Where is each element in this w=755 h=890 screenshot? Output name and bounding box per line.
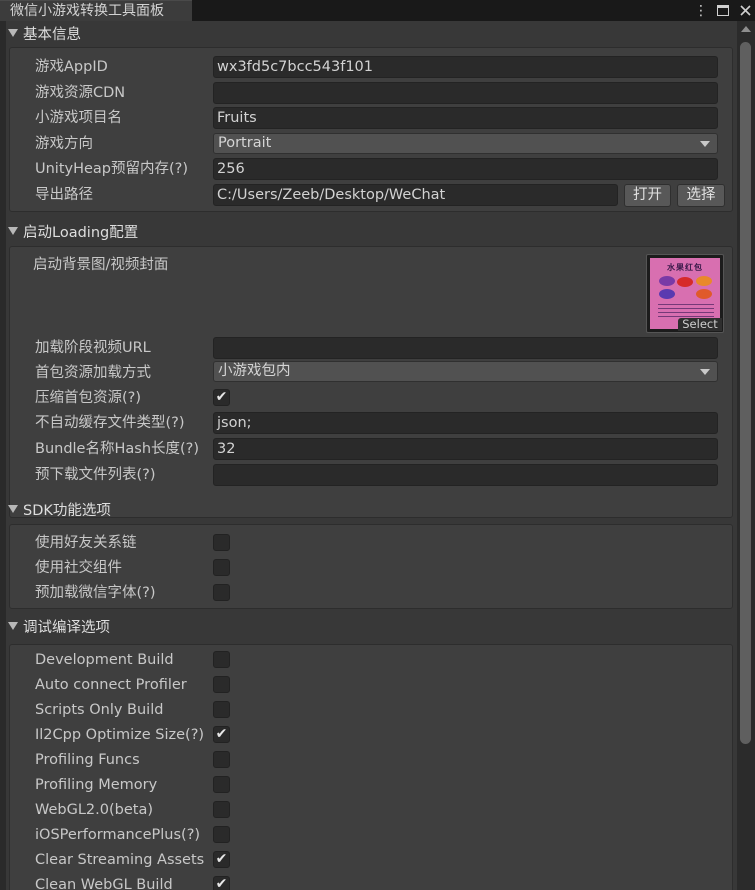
inspector-window: 基本信息 游戏AppID wx3fd5c7bcc543f101 游戏资源CDN … (0, 21, 755, 890)
preload-field[interactable] (213, 464, 718, 486)
debug-development-build-checkbox[interactable] (213, 651, 230, 668)
load-mode-label: 首包资源加载方式 (35, 365, 151, 381)
debug-il2cpp-label: Il2Cpp Optimize Size(?) (35, 727, 205, 743)
export-path-field[interactable]: C:/Users/Zeeb/Desktop/WeChat (213, 184, 618, 206)
debug-clean-webgl-checkbox[interactable]: ✔ (213, 876, 230, 890)
foldout-arrow-icon (8, 227, 18, 235)
load-mode-value: 小游戏包内 (218, 363, 291, 379)
maximize-icon[interactable] (715, 3, 731, 19)
no-cache-field[interactable]: json; (213, 412, 718, 434)
debug-development-build-label: Development Build (35, 652, 174, 668)
orientation-value: Portrait (218, 135, 272, 151)
sdk-font-checkbox[interactable] (213, 584, 230, 601)
open-button[interactable]: 打开 (624, 184, 671, 207)
debug-scripts-only-label: Scripts Only Build (35, 702, 164, 718)
debug-ios-perf-label: iOSPerformancePlus(?) (35, 827, 201, 843)
vertical-scrollbar[interactable] (737, 21, 755, 890)
load-mode-dropdown[interactable]: 小游戏包内 (213, 361, 718, 382)
sdk-social-checkbox[interactable] (213, 559, 230, 576)
debug-clean-webgl-label: Clean WebGL Build (35, 877, 173, 890)
close-icon[interactable] (737, 3, 753, 19)
chevron-down-icon (700, 369, 710, 375)
foldout-arrow-icon (8, 622, 18, 630)
sdk-social-label: 使用社交组件 (35, 560, 122, 576)
apple-icon (677, 277, 693, 287)
section-title-sdk: SDK功能选项 (23, 502, 111, 519)
section-header-debug[interactable]: 调试编译选项 (6, 615, 110, 637)
sdk-friends-label: 使用好友关系链 (35, 535, 137, 551)
debug-profiling-memory-checkbox[interactable] (213, 776, 230, 793)
tab-bar: 微信小游戏转换工具面板 ⋮ (0, 0, 755, 21)
video-url-field[interactable] (213, 337, 718, 359)
orientation-dropdown[interactable]: Portrait (213, 133, 718, 154)
grape-icon (659, 276, 675, 286)
debug-auto-profiler-checkbox[interactable] (213, 676, 230, 693)
debug-clear-streaming-label: Clear Streaming Assets (35, 852, 205, 868)
orange-icon (696, 276, 712, 286)
app-id-label: 游戏AppID (35, 59, 108, 75)
hash-len-label: Bundle名称Hash长度(?) (35, 441, 200, 457)
section-title-basic: 基本信息 (23, 26, 81, 43)
sdk-font-label: 预加载微信字体(?) (35, 585, 156, 601)
project-name-field[interactable]: Fruits (213, 107, 718, 129)
blueberry-icon (659, 289, 675, 299)
debug-webgl2-checkbox[interactable] (213, 801, 230, 818)
background-image-picker[interactable]: 水果红包 Select (646, 254, 724, 333)
section-header-sdk[interactable]: SDK功能选项 (6, 498, 111, 520)
chevron-down-icon (700, 141, 710, 147)
debug-profiling-funcs-checkbox[interactable] (213, 751, 230, 768)
heap-label: UnityHeap预留内存(?) (35, 161, 189, 177)
scroll-up-arrow-icon[interactable] (741, 26, 751, 32)
strawberry-icon (696, 289, 712, 299)
hash-len-field[interactable]: 32 (213, 438, 718, 460)
thumbnail-text-lines (658, 304, 714, 318)
no-cache-label: 不自动缓存文件类型(?) (35, 415, 185, 431)
debug-profiling-funcs-label: Profiling Funcs (35, 752, 140, 768)
compress-checkbox[interactable]: ✔ (213, 389, 230, 406)
video-url-label: 加载阶段视频URL (35, 340, 151, 356)
thumbnail-title: 水果红包 (667, 263, 703, 272)
orientation-label: 游戏方向 (35, 136, 93, 152)
debug-clear-streaming-checkbox[interactable]: ✔ (213, 851, 230, 868)
debug-ios-perf-checkbox[interactable] (213, 826, 230, 843)
debug-profiling-memory-label: Profiling Memory (35, 777, 158, 793)
heap-field[interactable]: 256 (213, 158, 718, 180)
preload-label: 预下载文件列表(?) (35, 467, 156, 483)
cdn-label: 游戏资源CDN (35, 85, 126, 101)
export-path-label: 导出路径 (35, 187, 93, 203)
debug-auto-profiler-label: Auto connect Profiler (35, 677, 187, 693)
tab-tools: ⋮ (693, 0, 755, 21)
tab-wechat-converter[interactable]: 微信小游戏转换工具面板 (0, 0, 192, 21)
foldout-arrow-icon (8, 505, 18, 513)
choose-button[interactable]: 选择 (677, 184, 725, 207)
foldout-arrow-icon (8, 29, 18, 37)
kebab-menu-icon[interactable]: ⋮ (693, 3, 709, 19)
section-title-debug: 调试编译选项 (23, 619, 110, 636)
compress-label: 压缩首包资源(?) (35, 390, 142, 406)
app-id-field[interactable]: wx3fd5c7bcc543f101 (213, 56, 718, 78)
cdn-field[interactable] (213, 82, 718, 104)
section-title-loading: 启动Loading配置 (23, 224, 139, 241)
scrollbar-thumb[interactable] (740, 42, 751, 744)
debug-il2cpp-checkbox[interactable]: ✔ (213, 726, 230, 743)
bg-label: 启动背景图/视频封面 (33, 257, 169, 273)
project-name-label: 小游戏项目名 (35, 110, 122, 126)
debug-webgl2-label: WebGL2.0(beta) (35, 802, 153, 818)
left-edge (0, 21, 6, 890)
sdk-friends-checkbox[interactable] (213, 534, 230, 551)
section-header-basic[interactable]: 基本信息 (6, 22, 81, 44)
section-header-loading[interactable]: 启动Loading配置 (6, 220, 138, 242)
debug-scripts-only-checkbox[interactable] (213, 701, 230, 718)
select-button[interactable]: Select (678, 318, 722, 331)
